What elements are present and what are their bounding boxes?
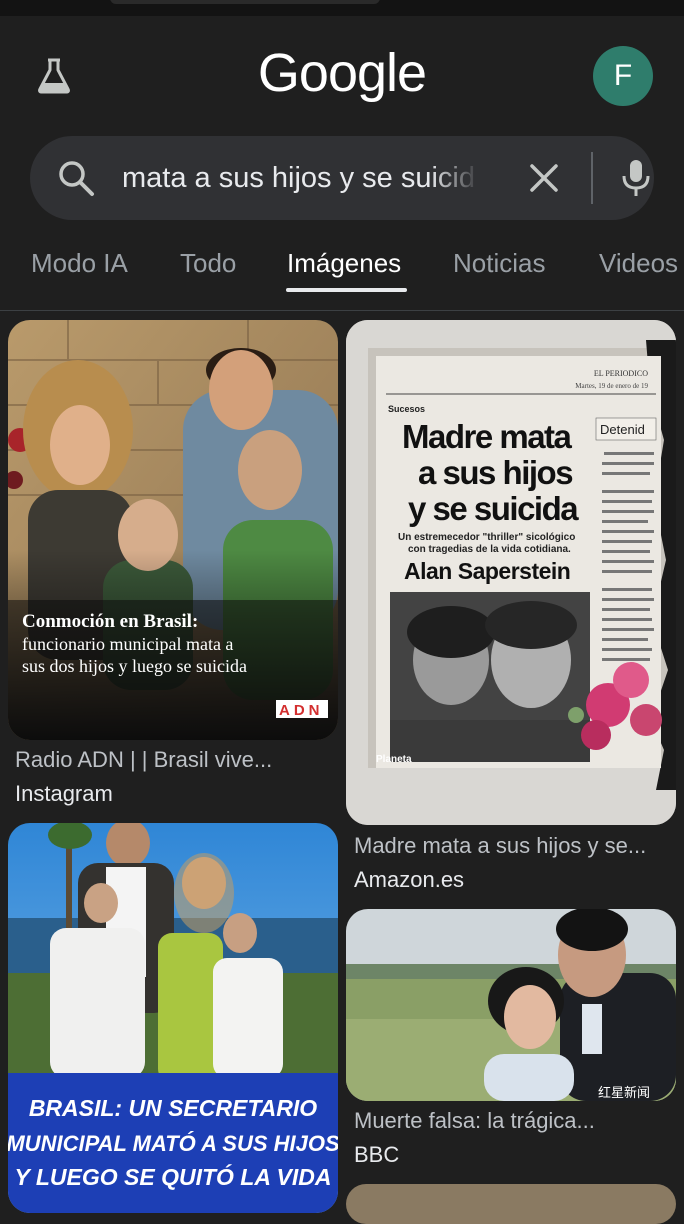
mic-icon[interactable] <box>614 156 658 200</box>
photo-family-1: Conmoción en Brasil: funcionario municip… <box>8 320 338 740</box>
avatar[interactable]: F <box>593 46 653 106</box>
result-meta-4[interactable]: Muerte falsa: la trágica... BBC <box>354 1108 674 1168</box>
result-image-1[interactable]: Conmoción en Brasil: funcionario municip… <box>8 320 338 740</box>
subhead-line-2: con tragedias de la vida cotidiana. <box>408 544 571 555</box>
headline-line-1: Madre mata <box>402 418 573 455</box>
book-author: Alan Saperstein <box>404 558 570 584</box>
result-title[interactable]: Madre mata a sus hijos y se... <box>354 833 674 859</box>
notch <box>110 0 380 4</box>
close-icon[interactable] <box>524 158 564 198</box>
section-label: Sucesos <box>388 404 425 414</box>
side-title: Detenid <box>600 422 645 437</box>
search-divider <box>591 152 593 204</box>
book-cover: EL PERIODICO Martes, 19 de enero de 19 S… <box>346 320 676 825</box>
result-meta-1[interactable]: Radio ADN | | Brasil vive... Instagram <box>15 747 335 807</box>
tab-modo-ia[interactable]: Modo IA <box>31 248 128 279</box>
tab-videos[interactable]: Videos <box>599 248 678 279</box>
card1-overlay-line1: funcionario municipal mata a <box>22 634 233 654</box>
status-strip <box>0 0 684 16</box>
query-fade <box>430 156 480 200</box>
result-title[interactable]: Muerte falsa: la trágica... <box>354 1108 674 1134</box>
adn-badge: ADN <box>279 702 324 719</box>
result-source[interactable]: Amazon.es <box>354 867 674 893</box>
card3-banner-line1: BRASIL: UN SECRETARIO <box>29 1095 317 1121</box>
result-source[interactable]: Instagram <box>15 781 335 807</box>
result-source[interactable]: BBC <box>354 1142 674 1168</box>
result-image-3[interactable]: BRASIL: UN SECRETARIO MUNICIPAL MATÓ A S… <box>8 823 338 1213</box>
result-image-2[interactable]: EL PERIODICO Martes, 19 de enero de 19 S… <box>346 320 676 825</box>
tab-bar: Modo IA Todo Imágenes Noticias Videos <box>0 240 684 310</box>
result-image-4[interactable]: 红星新闻 <box>346 909 676 1101</box>
paper-date: Martes, 19 de enero de 19 <box>575 382 648 390</box>
result-title[interactable]: Radio ADN | | Brasil vive... <box>15 747 335 773</box>
result-image-5[interactable] <box>346 1184 676 1224</box>
subhead-line-1: Un estremecedor "thriller" sicológico <box>398 532 575 543</box>
card3-banner-line2: MUNICIPAL MATÓ A SUS HIJOS <box>8 1131 338 1156</box>
search-input[interactable]: mata a sus hijos y se suicida <box>122 160 474 196</box>
active-tab-indicator <box>286 288 407 292</box>
tabs-divider <box>0 310 684 311</box>
photo-couple: 红星新闻 <box>346 909 676 1101</box>
google-logo[interactable]: Google <box>0 42 684 104</box>
search-icon[interactable] <box>56 158 96 198</box>
watermark-label: 红星新闻 <box>598 1085 650 1101</box>
publisher-label: Planeta <box>376 754 412 765</box>
headline-line-2: a sus hijos <box>418 454 572 491</box>
card1-overlay-heading: Conmoción en Brasil: <box>22 611 198 632</box>
card1-overlay-line2: sus dos hijos y luego se suicida <box>22 656 247 676</box>
headline-line-3: y se suicida <box>408 490 579 527</box>
paper-name: EL PERIODICO <box>594 369 648 378</box>
header: Google F <box>0 16 684 128</box>
result-meta-2[interactable]: Madre mata a sus hijos y se... Amazon.es <box>354 833 674 893</box>
search-bar[interactable]: mata a sus hijos y se suicida <box>30 136 654 220</box>
tab-noticias[interactable]: Noticias <box>453 248 545 279</box>
tab-todo[interactable]: Todo <box>180 248 236 279</box>
photo-family-2: BRASIL: UN SECRETARIO MUNICIPAL MATÓ A S… <box>8 823 338 1213</box>
tab-imagenes[interactable]: Imágenes <box>287 248 401 279</box>
card3-banner-line3: Y LUEGO SE QUITÓ LA VIDA <box>15 1163 332 1190</box>
